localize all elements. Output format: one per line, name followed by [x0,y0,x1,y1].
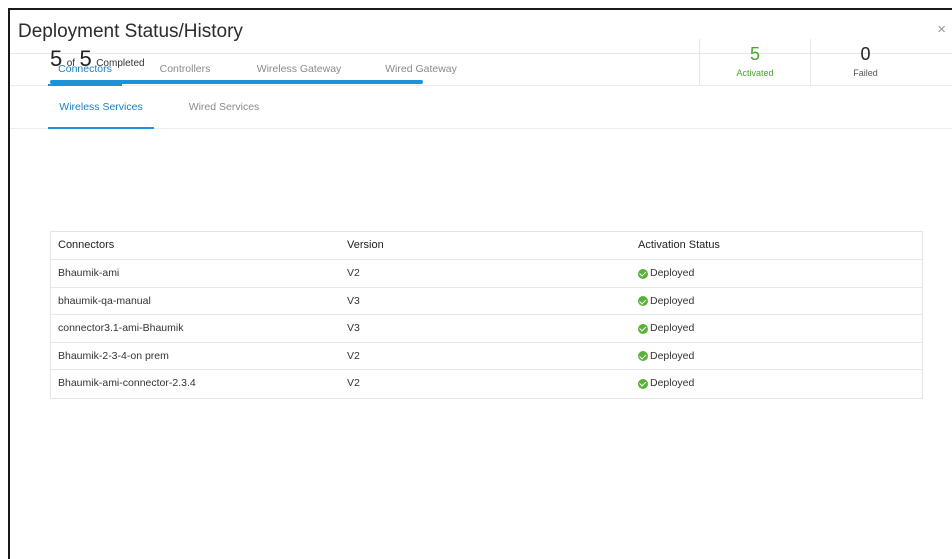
table-row: connector3.1-ami-Bhaumik V3 Deployed [51,315,922,343]
activation-status: Deployed [638,260,694,287]
connector-name: Bhaumik-2-3-4-on prem [58,349,169,362]
failed-label: Failed [853,68,878,78]
check-circle-icon [638,351,648,361]
table-row: Bhaumik-ami V2 Deployed [51,260,922,288]
completed-label: Completed [96,58,145,69]
activated-count: 5 [749,44,760,64]
activation-status: Deployed [638,343,694,370]
modal-title: Deployment Status/History [18,21,243,42]
deployment-status-modal: Deployment Status/History × Connectors C… [8,8,952,559]
progress-bar-fill [50,80,423,84]
table-header: Connectors Version Activation Status [51,232,922,260]
connector-version: V2 [347,377,360,389]
status-text: Deployed [650,322,695,334]
activation-status: Deployed [638,288,694,315]
progress-bar [50,80,423,84]
connector-version: V2 [347,349,360,362]
completion-summary: 5 of 5 Completed [50,46,145,72]
failed-stat: 0 Failed [810,39,920,85]
tab-wireless-services[interactable]: Wireless Services [48,86,154,129]
failed-count: 0 [860,44,871,64]
connector-version: V3 [347,294,360,307]
table-row: Bhaumik-ami-connector-2.3.4 V2 Deployed [51,370,922,398]
connector-version: V3 [347,322,360,334]
column-header-version: Version [347,239,384,251]
total-count: 5 [79,46,92,71]
activation-status: Deployed [638,370,694,397]
table-row: Bhaumik-2-3-4-on prem V2 Deployed [51,343,922,370]
status-text: Deployed [650,377,695,389]
check-circle-icon [638,268,648,279]
check-circle-icon [638,378,648,389]
connector-name: bhaumik-qa-manual [58,294,151,307]
status-text: Deployed [650,267,695,279]
tab-wired-services[interactable]: Wired Services [182,86,266,129]
stats-panel: 5 Activated 0 Failed [699,39,919,85]
connector-name: connector3.1-ami-Bhaumik [58,322,184,334]
status-text: Deployed [650,349,695,362]
check-circle-icon [638,323,648,334]
column-header-connectors: Connectors [58,239,115,251]
table-row: bhaumik-qa-manual V3 Deployed [51,288,922,315]
check-circle-icon [638,296,648,306]
completed-count: 5 [50,46,63,71]
status-text: Deployed [650,294,695,307]
column-header-activation-status: Activation Status [638,239,720,251]
secondary-tabs: Wireless Services Wired Services [10,86,952,129]
connectors-table: Connectors Version Activation Status Bha… [50,231,923,399]
connector-name: Bhaumik-ami-connector-2.3.4 [58,377,196,389]
close-icon[interactable]: × [937,22,946,37]
activation-status: Deployed [638,315,694,342]
activated-stat: 5 Activated [700,39,810,85]
connector-version: V2 [347,267,360,279]
activated-label: Activated [736,68,774,78]
connector-name: Bhaumik-ami [58,267,120,279]
of-label: of [66,58,76,69]
